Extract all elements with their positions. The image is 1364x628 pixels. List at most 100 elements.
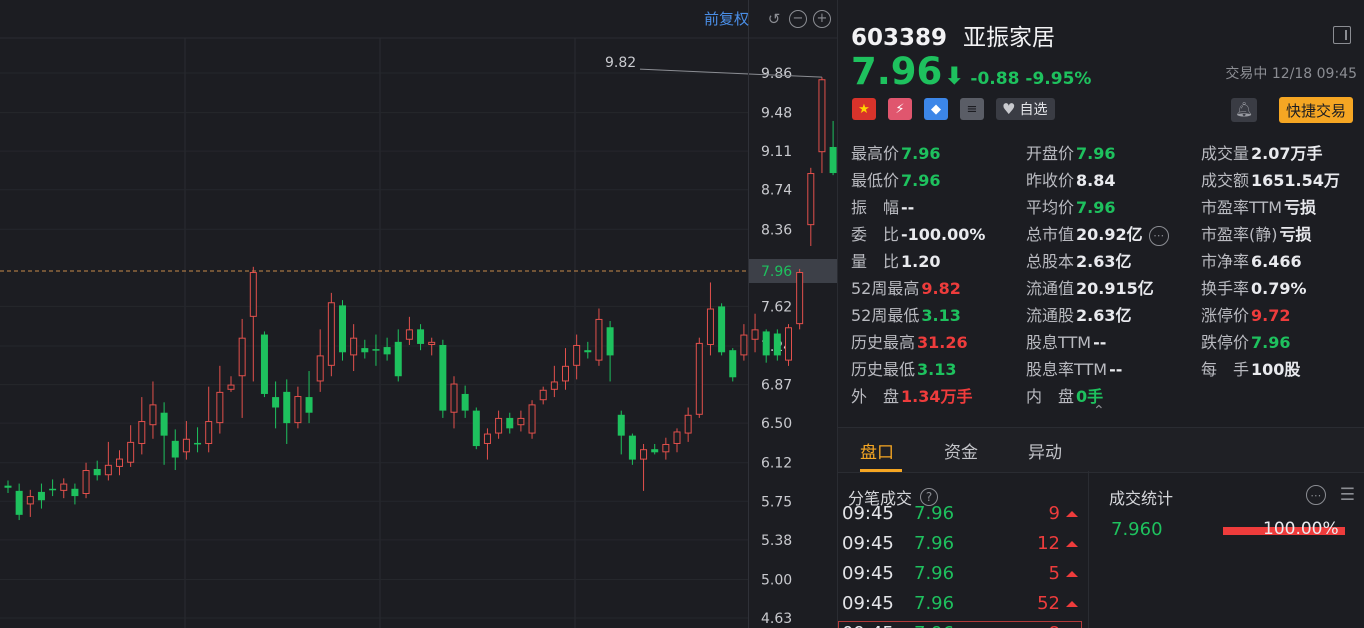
stat-value: 20.915亿: [1076, 279, 1154, 298]
kline-chart[interactable]: 9.869.489.118.748.367.627.246.876.506.12…: [0, 0, 837, 628]
high-annotation: 9.82: [605, 55, 636, 71]
list-icon[interactable]: ☰: [1340, 485, 1355, 505]
stat-col1-5: 52周最高 9.82: [851, 275, 961, 299]
candle-body: [450, 383, 458, 413]
stat-col2-6: 流通股 2.63亿: [1026, 302, 1132, 326]
candle-body: [829, 146, 837, 174]
stat-value: 9.72: [1251, 306, 1291, 325]
stat-col2-3: 总市值 20.92亿 ⋯: [1026, 221, 1169, 246]
tick-up-arrow-icon: [1066, 511, 1078, 517]
stat-label: 股息TTM: [1026, 333, 1092, 352]
stat-value: 亏损: [1284, 198, 1317, 217]
candle-body: [104, 464, 112, 476]
dist-pct: 100.00%: [1263, 519, 1339, 539]
stat-value: 8.84: [1076, 171, 1116, 190]
tab-pankou[interactable]: 盘口: [860, 438, 894, 463]
tick-time: 09:45: [842, 533, 894, 554]
adjust-mode-button[interactable]: 前复权: [704, 8, 749, 29]
candle-body: [361, 348, 369, 353]
candle-body: [149, 404, 157, 426]
axis-divider: [748, 0, 749, 628]
kline-svg[interactable]: 9.869.489.118.748.367.627.246.876.506.12…: [0, 0, 837, 628]
candle-body: [773, 333, 781, 356]
more-icon[interactable]: ⋯: [1305, 485, 1326, 505]
heart-icon: ♥: [1002, 100, 1016, 118]
stat-label: 开盘价: [1026, 144, 1075, 163]
china-flag-icon[interactable]: ★: [852, 98, 876, 120]
stat-value: 亏损: [1279, 225, 1312, 244]
y-tick-label: 6.12: [761, 456, 792, 472]
candle-body: [171, 440, 179, 458]
chevron-up-icon[interactable]: ⌃: [1093, 403, 1105, 419]
candle-body: [4, 485, 12, 488]
panel-layout-icon[interactable]: [1333, 26, 1351, 44]
market-cap-more-icon[interactable]: ⋯: [1148, 225, 1169, 246]
stat-col3-0: 成交量 2.07万手: [1201, 140, 1323, 164]
candle-body: [550, 381, 558, 390]
tick-up-arrow-icon: [1066, 541, 1078, 547]
tick-volume: 5: [1048, 563, 1060, 584]
chart-toolbar: 前复权 ↺ − +: [704, 8, 831, 29]
candle-body: [428, 341, 436, 345]
quote-panel: 603389 亚振家居 7.96 ⬇ -0.88 -9.95% 交易中 12/1…: [837, 0, 1364, 628]
candle-body: [762, 331, 770, 356]
candle-body: [818, 79, 826, 153]
stat-col3-5: 换手率 0.79%: [1201, 275, 1307, 299]
candle-body: [394, 341, 402, 377]
stat-col2-9: 内 盘 0手: [1026, 383, 1103, 407]
candle-body: [60, 483, 68, 491]
candle-body: [461, 393, 469, 411]
y-tick-label: 8.74: [761, 183, 792, 199]
y-tick-label: 6.87: [761, 378, 792, 394]
stat-col2-4: 总股本 2.63亿: [1026, 248, 1132, 272]
y-tick-label: 9.86: [761, 66, 792, 82]
candle-body: [160, 412, 168, 436]
stock-code: 603389: [851, 25, 948, 51]
deal-stats-title: 成交统计: [1109, 489, 1174, 508]
stat-value: 2.63亿: [1076, 306, 1132, 325]
stat-value: 7.96: [901, 171, 941, 190]
tab-yidong[interactable]: 异动: [1028, 438, 1062, 463]
tick-list[interactable]: 分笔成交 ? 09:45 7.96 9 09:45 7.96 12 09:45 7.96 5 09…: [838, 471, 1089, 628]
candle-body: [37, 491, 45, 501]
candle-body: [272, 397, 280, 408]
candle-body: [573, 344, 581, 366]
limit-flag-icon[interactable]: ⚡: [888, 98, 912, 120]
price-change-pct: -9.95%: [1025, 69, 1092, 89]
candle-body: [205, 421, 213, 444]
lower-section: 分笔成交 ? 09:45 7.96 9 09:45 7.96 12 09:45 7.96 5 09…: [838, 471, 1364, 628]
stat-col3-7: 跌停价 7.96: [1201, 329, 1291, 353]
tick-time: 09:45: [842, 563, 894, 584]
stat-col2-5: 流通值 20.915亿: [1026, 275, 1154, 299]
tab-zijin[interactable]: 资金: [944, 438, 978, 463]
quick-trade-button[interactable]: 快捷交易: [1278, 97, 1353, 123]
candle-body: [82, 470, 90, 494]
candle-body: [417, 329, 425, 344]
stat-value: 3.13: [921, 306, 961, 325]
candle-body: [651, 449, 659, 453]
tag-icon[interactable]: ◆: [924, 98, 948, 120]
stat-label: 最高价: [851, 144, 900, 163]
candle-body: [595, 318, 603, 361]
document-icon[interactable]: ≡: [960, 98, 984, 120]
add-watchlist-button[interactable]: ♥ 自选: [996, 98, 1056, 120]
stat-col3-3: 市盈率(静) 亏损: [1201, 221, 1312, 245]
zoom-in-icon[interactable]: +: [813, 9, 831, 28]
candle-body: [316, 355, 324, 382]
tick-row: 09:45 7.96 12: [842, 533, 1082, 563]
stat-col3-4: 市净率 6.466: [1201, 248, 1302, 272]
candle-body: [182, 438, 190, 453]
candle-body: [718, 306, 726, 353]
candle-body: [617, 414, 625, 436]
tick-row: 09:45 7.96 5: [842, 563, 1082, 593]
candle-body: [628, 435, 636, 460]
stat-label: 外 盘: [851, 387, 900, 406]
candle-body: [785, 327, 792, 361]
tick-up-arrow-icon: [1066, 571, 1078, 577]
undo-icon[interactable]: ↺: [765, 10, 783, 28]
stock-header: 603389 亚振家居: [851, 18, 1055, 52]
candle-body: [796, 272, 804, 325]
bell-icon[interactable]: 🔔︎: [1231, 98, 1257, 122]
candle-body: [483, 433, 491, 444]
zoom-out-icon[interactable]: −: [789, 9, 807, 28]
